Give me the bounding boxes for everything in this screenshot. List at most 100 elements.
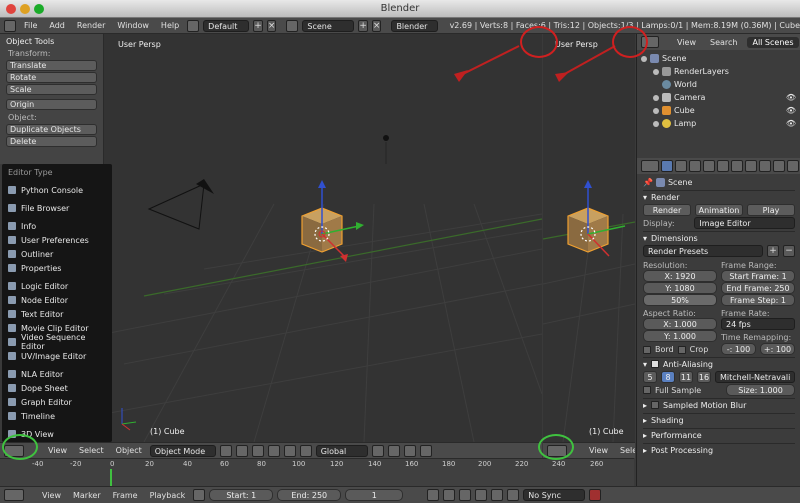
menu-select[interactable]: Select	[75, 446, 108, 455]
menu-logic-editor[interactable]: Logic Editor	[8, 279, 106, 293]
timeline-menu-view[interactable]: View	[38, 491, 65, 500]
anti-aliasing-panel-header[interactable]: ▾ Anti-Aliasing	[643, 357, 795, 370]
properties-editor-type-button[interactable]	[641, 160, 659, 172]
tree-row-camera[interactable]: Camera 👁	[641, 91, 796, 104]
menu-view[interactable]: View	[44, 446, 71, 455]
auto-keyframe-icon[interactable]	[589, 489, 602, 501]
add-scene-button[interactable]: +	[358, 19, 368, 32]
visibility-eye-icon[interactable]: 👁	[786, 119, 796, 128]
menu-view-right[interactable]: View	[585, 446, 612, 455]
pivot-icon[interactable]	[235, 444, 248, 457]
menu-file-browser[interactable]: File Browser	[8, 201, 106, 215]
menu-user-preferences[interactable]: User Preferences	[8, 233, 106, 247]
lock-icon[interactable]	[387, 444, 400, 457]
orientation-select[interactable]: Global	[315, 444, 368, 457]
menu-nla-editor[interactable]: NLA Editor	[8, 367, 106, 381]
remap-old-field[interactable]: -: 100	[721, 343, 756, 355]
delete-button[interactable]: Delete	[6, 136, 97, 147]
timeline-menu-frame[interactable]: Frame	[109, 491, 142, 500]
translate-button[interactable]: Translate	[6, 60, 97, 71]
expand-icon[interactable]	[653, 107, 659, 114]
expand-icon[interactable]	[641, 55, 647, 62]
border-checkbox[interactable]	[643, 345, 651, 354]
object-tab-icon[interactable]	[717, 160, 729, 172]
motion-blur-checkbox[interactable]	[651, 401, 660, 409]
current-frame-marker[interactable]	[110, 469, 112, 487]
start-frame-field[interactable]: Start: 1	[209, 489, 274, 501]
scene-tab-icon[interactable]	[689, 160, 701, 172]
visibility-eye-icon[interactable]: 👁	[786, 93, 796, 102]
menu-help[interactable]: Help	[157, 21, 183, 30]
scene-icon[interactable]	[286, 19, 299, 32]
timeline-editor-type-button[interactable]	[4, 489, 24, 501]
editor-type-icon[interactable]	[4, 19, 16, 32]
constraints-tab-icon[interactable]	[731, 160, 743, 172]
aa-samples-11[interactable]: 11	[679, 371, 693, 383]
layer-buttons-icon[interactable]	[371, 444, 384, 457]
expand-icon[interactable]	[653, 68, 659, 75]
outliner-menu-view[interactable]: View	[673, 38, 700, 47]
menu-timeline[interactable]: Timeline	[8, 409, 106, 423]
record-icon[interactable]	[193, 489, 206, 501]
jump-start-icon[interactable]	[427, 489, 440, 501]
rotate-button[interactable]: Rotate	[6, 72, 97, 83]
tree-row-renderlayers[interactable]: RenderLayers	[641, 65, 796, 78]
performance-panel-header[interactable]: ▸ Performance	[643, 428, 795, 441]
aa-filter-select[interactable]: Mitchell-Netravali	[715, 371, 795, 383]
zoom-window-button[interactable]	[34, 4, 44, 14]
menu-select-right[interactable]: Sele	[616, 446, 635, 455]
menu-uv-image-editor[interactable]: UV/Image Editor	[8, 349, 106, 363]
pin-icon[interactable]: 📌	[643, 178, 653, 187]
screen-layout-icon[interactable]	[187, 19, 200, 32]
play-icon[interactable]	[475, 489, 488, 501]
render-layers-tab-icon[interactable]	[675, 160, 687, 172]
menu-video-sequence-editor[interactable]: Video Sequence Editor	[8, 333, 106, 351]
close-window-button[interactable]	[6, 4, 16, 14]
menu-outliner[interactable]: Outliner	[8, 247, 106, 261]
menu-add[interactable]: Add	[45, 21, 69, 30]
aa-samples-16[interactable]: 16	[697, 371, 711, 383]
menu-render[interactable]: Render	[73, 21, 109, 30]
mode-select[interactable]: Object Mode	[149, 444, 216, 457]
jump-end-icon[interactable]	[507, 489, 520, 501]
anti-aliasing-checkbox[interactable]	[651, 360, 660, 368]
render-tab-icon[interactable]	[661, 160, 673, 172]
texture-tab-icon[interactable]	[787, 160, 799, 172]
data-tab-icon[interactable]	[759, 160, 771, 172]
world-tab-icon[interactable]	[703, 160, 715, 172]
tree-row-cube[interactable]: Cube 👁	[641, 104, 796, 117]
add-layout-button[interactable]: +	[253, 19, 263, 32]
rotate-manipulator-icon[interactable]	[283, 444, 296, 457]
timeline-menu-marker[interactable]: Marker	[69, 491, 105, 500]
tree-row-world[interactable]: World	[641, 78, 796, 91]
render-engine-select[interactable]: Blender Render	[391, 19, 438, 42]
scene-field[interactable]: Scene	[302, 19, 355, 32]
end-frame-property[interactable]: End Frame: 250	[721, 282, 795, 294]
menu-text-editor[interactable]: Text Editor	[8, 307, 106, 321]
full-sample-checkbox[interactable]	[643, 386, 651, 394]
end-frame-field[interactable]: End: 250	[277, 489, 342, 501]
screen-layout-field[interactable]: Default	[203, 19, 250, 32]
shading-icon[interactable]	[219, 444, 232, 457]
tree-row-lamp[interactable]: Lamp 👁	[641, 117, 796, 130]
menu-info[interactable]: Info	[8, 219, 106, 233]
material-tab-icon[interactable]	[773, 160, 785, 172]
menu-window[interactable]: Window	[113, 21, 153, 30]
minimize-window-button[interactable]	[20, 4, 30, 14]
resolution-x-field[interactable]: X: 1920	[643, 270, 717, 282]
frame-step-field[interactable]: Frame Step: 1	[721, 294, 795, 306]
animation-button[interactable]: Animation	[695, 204, 743, 216]
aa-samples-5[interactable]: 5	[643, 371, 657, 383]
play-reverse-icon[interactable]	[459, 489, 472, 501]
post-processing-panel-header[interactable]: ▸ Post Processing	[643, 443, 795, 456]
sync-select[interactable]: No Sync	[523, 489, 586, 501]
remap-new-field[interactable]: +: 100	[760, 343, 795, 355]
current-frame-field[interactable]: 1	[345, 489, 404, 501]
render-presets-select[interactable]: Render Presets	[643, 245, 763, 257]
tree-row-scene[interactable]: Scene	[641, 52, 796, 65]
aspect-y-field[interactable]: Y: 1.000	[643, 330, 717, 342]
next-keyframe-icon[interactable]	[491, 489, 504, 501]
filter-size-field[interactable]: Size: 1.000	[726, 384, 795, 396]
display-select[interactable]: Image Editor	[694, 217, 795, 229]
menu-properties[interactable]: Properties	[8, 261, 106, 275]
